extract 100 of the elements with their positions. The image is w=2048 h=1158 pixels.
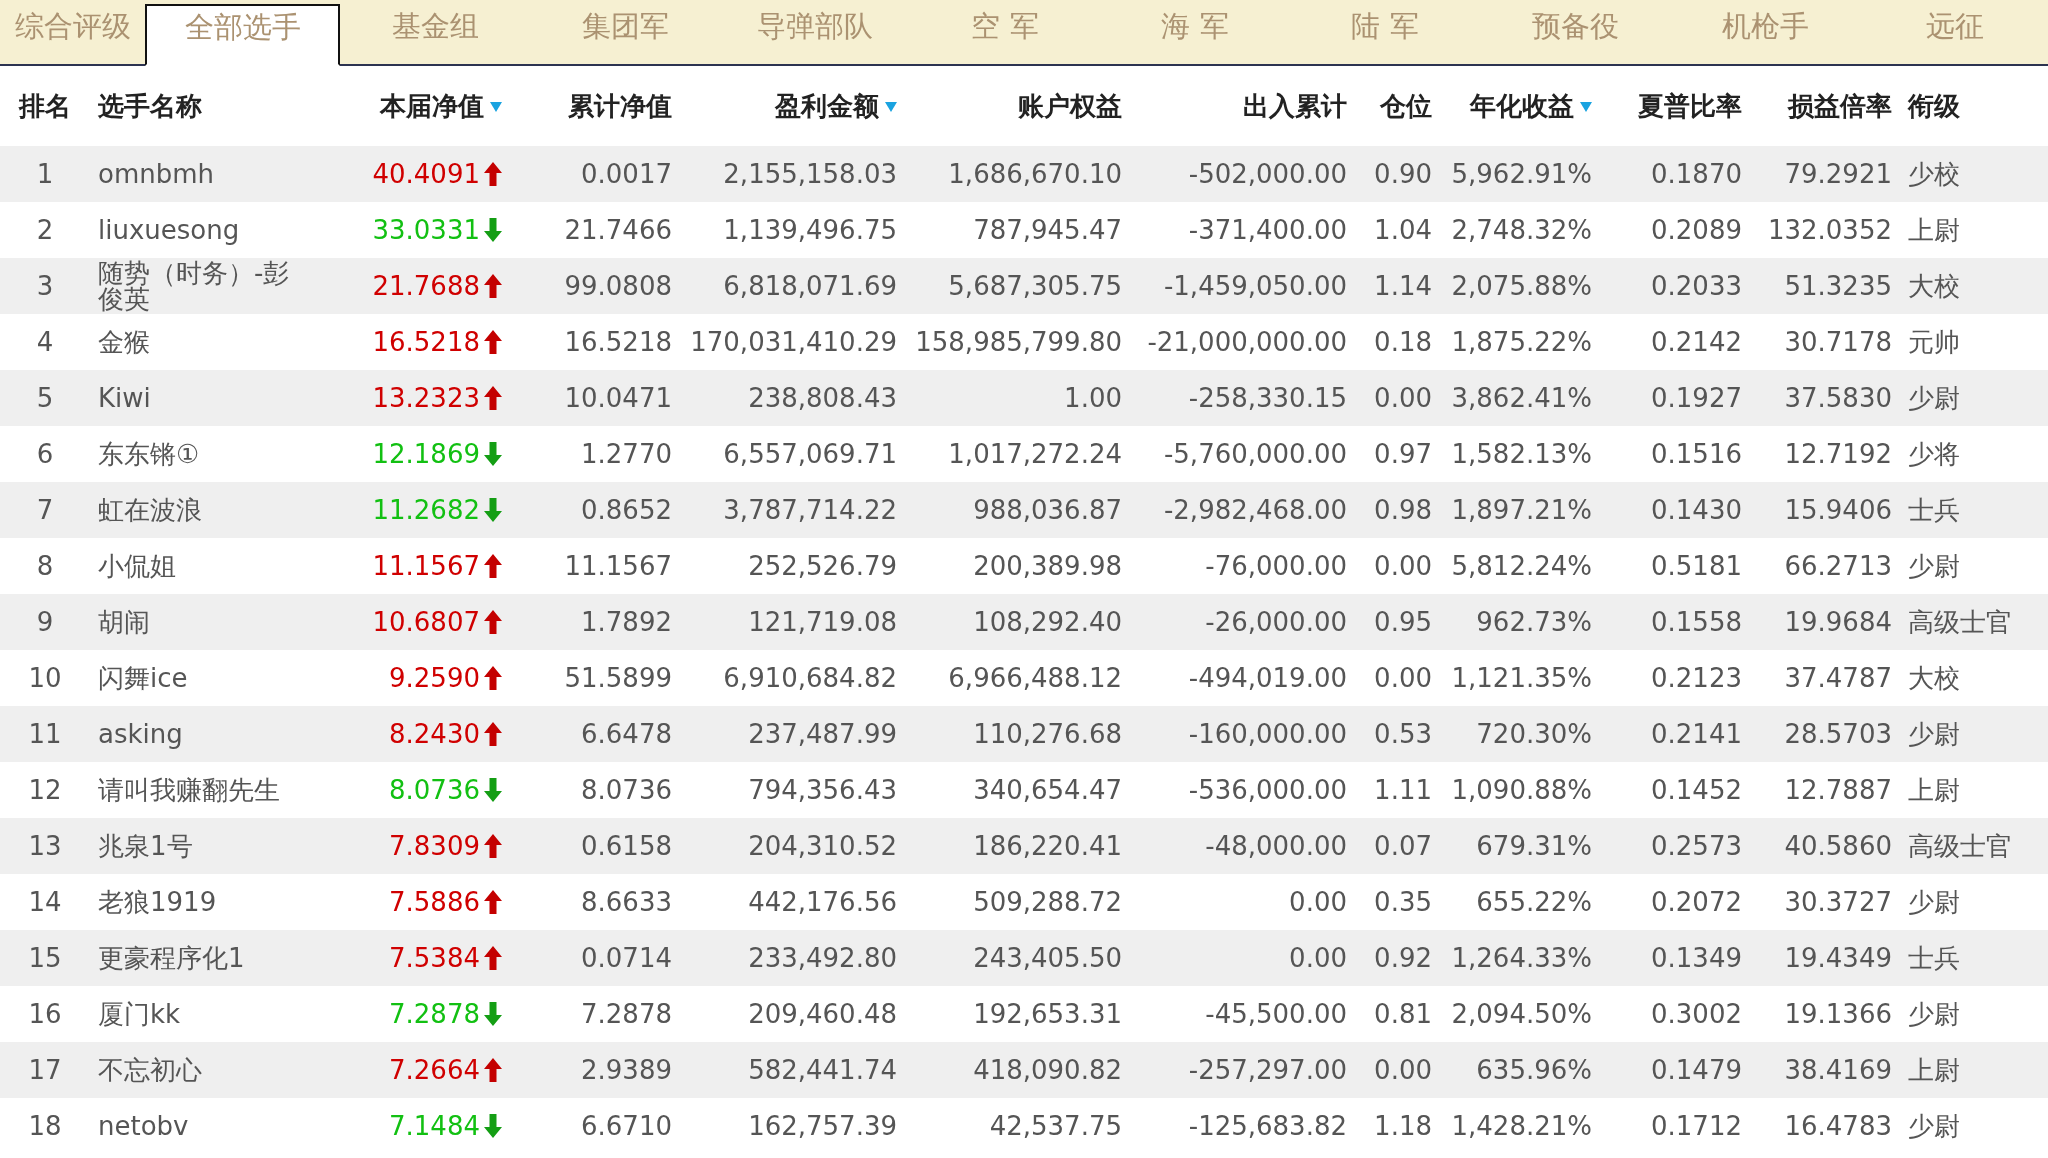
table-cell-text: 7.2878 [389, 997, 480, 1031]
table-cell: 787,945.47 [973, 214, 1122, 245]
table-cell-text: 8.0736 [389, 773, 480, 807]
table-cell: 51.5899 [564, 662, 672, 693]
table-cell-text: 16.5218 [372, 325, 480, 359]
player-name: 虹在波浪 [98, 495, 202, 525]
table-cell: 0.18 [1374, 326, 1432, 357]
table-cell: 0.00 [1374, 1054, 1432, 1085]
table-cell: 10.0471 [564, 382, 672, 413]
table-cell: 16.5218 [564, 326, 672, 357]
table-cell: 1.18 [1374, 1110, 1432, 1141]
column-header[interactable]: 年化收益 [1470, 90, 1574, 121]
player-name: 随势（时务）-彭俊英 [98, 258, 290, 314]
sort-down-icon[interactable] [1580, 102, 1592, 112]
table-cell: -258,330.15 [1188, 382, 1347, 413]
table-cell: 少尉 [1908, 886, 1960, 917]
column-header[interactable]: 排名 [19, 90, 71, 121]
table-cell: 679.31% [1476, 830, 1592, 861]
table-cell: -2,982,468.00 [1163, 494, 1347, 525]
rank-number: 5 [36, 382, 54, 413]
table-cell: 0.1927 [1651, 382, 1742, 413]
column-header[interactable]: 账户权益 [1018, 90, 1122, 121]
player-name: 金猴 [98, 327, 150, 357]
table-cell: 0.2142 [1651, 326, 1742, 357]
rank-number: 3 [36, 270, 54, 301]
column-header[interactable]: 本届净值 [380, 90, 484, 121]
player-name: 不忘初心 [98, 1055, 202, 1085]
table-cell-text: 7.8309 [389, 829, 480, 863]
sort-down-icon[interactable] [885, 102, 897, 112]
table-cell: 209,460.48 [748, 998, 897, 1029]
rank-number: 14 [28, 886, 62, 917]
table-cell: 上尉 [1908, 1054, 1960, 1085]
column-header[interactable]: 衔级 [1908, 90, 1960, 121]
column-header[interactable]: 仓位 [1380, 90, 1432, 121]
table-cell: 132.0352 [1767, 214, 1892, 245]
table-cell: 1,897.21% [1451, 494, 1592, 525]
column-header[interactable]: 损益倍率 [1788, 90, 1892, 121]
table-cell: 340,654.47 [973, 774, 1122, 805]
table-cell: 11.1567 [564, 550, 672, 581]
table-cell: 635.96% [1476, 1054, 1592, 1085]
table-cell: 0.8652 [581, 494, 672, 525]
table-cell: 0.6158 [581, 830, 672, 861]
table-cell: 少尉 [1908, 718, 1960, 749]
table-cell: 988,036.87 [973, 494, 1122, 525]
table-cell-text: 9.2590 [389, 661, 480, 695]
table-cell: 2,075.88% [1451, 270, 1592, 301]
table-cell: 0.81 [1374, 998, 1432, 1029]
table-cell: 1.04 [1374, 214, 1432, 245]
player-name: 更豪程序化1 [98, 943, 245, 973]
player-name: 老狼1919 [98, 887, 217, 917]
column-header[interactable]: 选手名称 [98, 90, 202, 121]
table-cell-text: 40.4091 [372, 157, 480, 191]
table-cell: 2.9389 [581, 1054, 672, 1085]
table-cell: 99.0808 [564, 270, 672, 301]
table-cell: 3,787,714.22 [723, 494, 897, 525]
table-cell: 少尉 [1908, 998, 1960, 1029]
table-cell: 6,910,684.82 [723, 662, 897, 693]
table-cell: 0.1870 [1651, 158, 1742, 189]
column-header[interactable]: 出入累计 [1243, 90, 1347, 121]
table-cell: 0.1516 [1651, 438, 1742, 469]
table-cell: 0.97 [1374, 438, 1432, 469]
table-cell: -160,000.00 [1188, 718, 1347, 749]
player-name: 小侃姐 [98, 551, 176, 581]
table-cell: 21.7466 [564, 214, 672, 245]
table-cell: 大校 [1908, 270, 1960, 301]
table-cell: 8.0736 [581, 774, 672, 805]
table-cell: 少尉 [1908, 382, 1960, 413]
table-cell-text: 11.1567 [372, 549, 480, 583]
table-cell: 655.22% [1476, 886, 1592, 917]
rank-number: 16 [28, 998, 62, 1029]
table-cell: 少校 [1908, 158, 1960, 189]
rank-number: 6 [36, 438, 54, 469]
table-cell: 158,985,799.80 [915, 326, 1122, 357]
rank-number: 9 [36, 606, 54, 637]
table-cell: 121,719.08 [748, 606, 897, 637]
column-header[interactable]: 盈利金额 [775, 90, 879, 121]
rank-number: 18 [28, 1110, 62, 1141]
table-cell-text: 11.2682 [372, 493, 480, 527]
player-name: 闪舞ice [98, 663, 188, 693]
table-cell: 0.2573 [1651, 830, 1742, 861]
table-cell: 0.53 [1374, 718, 1432, 749]
table-cell: -76,000.00 [1205, 550, 1347, 581]
table-cell: 1.2770 [581, 438, 672, 469]
sort-down-icon[interactable] [490, 102, 502, 112]
column-header[interactable]: 夏普比率 [1638, 90, 1742, 121]
table-cell: 110,276.68 [973, 718, 1122, 749]
player-name: 兆泉1号 [98, 831, 193, 861]
table-cell: 19.4349 [1784, 942, 1892, 973]
table-cell: 上尉 [1908, 774, 1960, 805]
table-cell: 0.2033 [1651, 270, 1742, 301]
table-cell: 19.1366 [1784, 998, 1892, 1029]
column-header[interactable]: 累计净值 [568, 90, 672, 121]
table-cell: 1,428.21% [1451, 1110, 1592, 1141]
table-cell: 5,687,305.75 [948, 270, 1122, 301]
table-cell: 1,017,272.24 [948, 438, 1122, 469]
rank-number: 4 [36, 326, 54, 357]
table-cell: 200,389.98 [973, 550, 1122, 581]
table-cell-text: 7.2664 [389, 1053, 480, 1087]
table-cell: 1.7892 [581, 606, 672, 637]
player-name: Kiwi [98, 383, 151, 413]
